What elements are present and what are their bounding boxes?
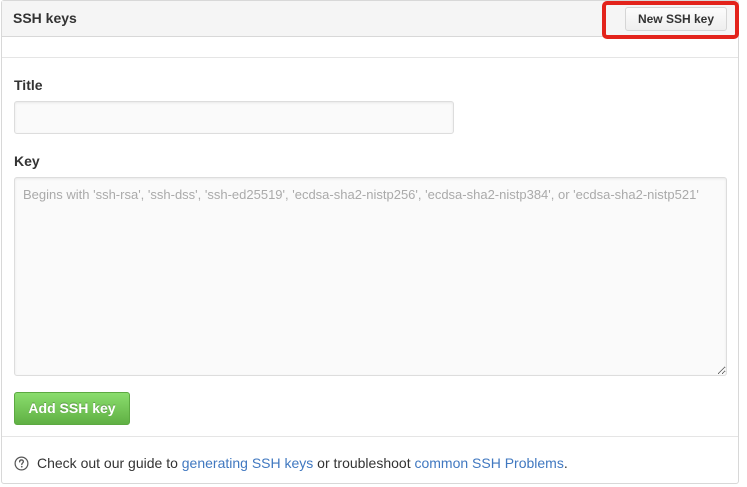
add-ssh-key-button[interactable]: Add SSH key xyxy=(14,392,130,425)
common-ssh-problems-link[interactable]: common SSH Problems xyxy=(414,455,563,471)
ssh-keys-panel: SSH keys Title Key Add SSH key Check out… xyxy=(1,0,739,484)
key-label: Key xyxy=(14,153,40,169)
panel-title: SSH keys xyxy=(13,10,77,26)
highlight-annotation xyxy=(602,1,739,39)
help-text-middle: or troubleshoot xyxy=(313,455,415,471)
help-text: Check out our guide to generating SSH ke… xyxy=(37,455,568,471)
question-circle-icon xyxy=(14,456,29,471)
help-text-intro: Check out our guide to xyxy=(37,455,182,471)
title-input[interactable] xyxy=(14,101,454,134)
generating-ssh-keys-link[interactable]: generating SSH keys xyxy=(182,455,314,471)
help-footer: Check out our guide to generating SSH ke… xyxy=(2,436,738,483)
help-text-end: . xyxy=(563,455,568,471)
title-label: Title xyxy=(14,77,43,93)
panel-divider xyxy=(2,37,738,58)
key-textarea[interactable] xyxy=(14,177,727,376)
